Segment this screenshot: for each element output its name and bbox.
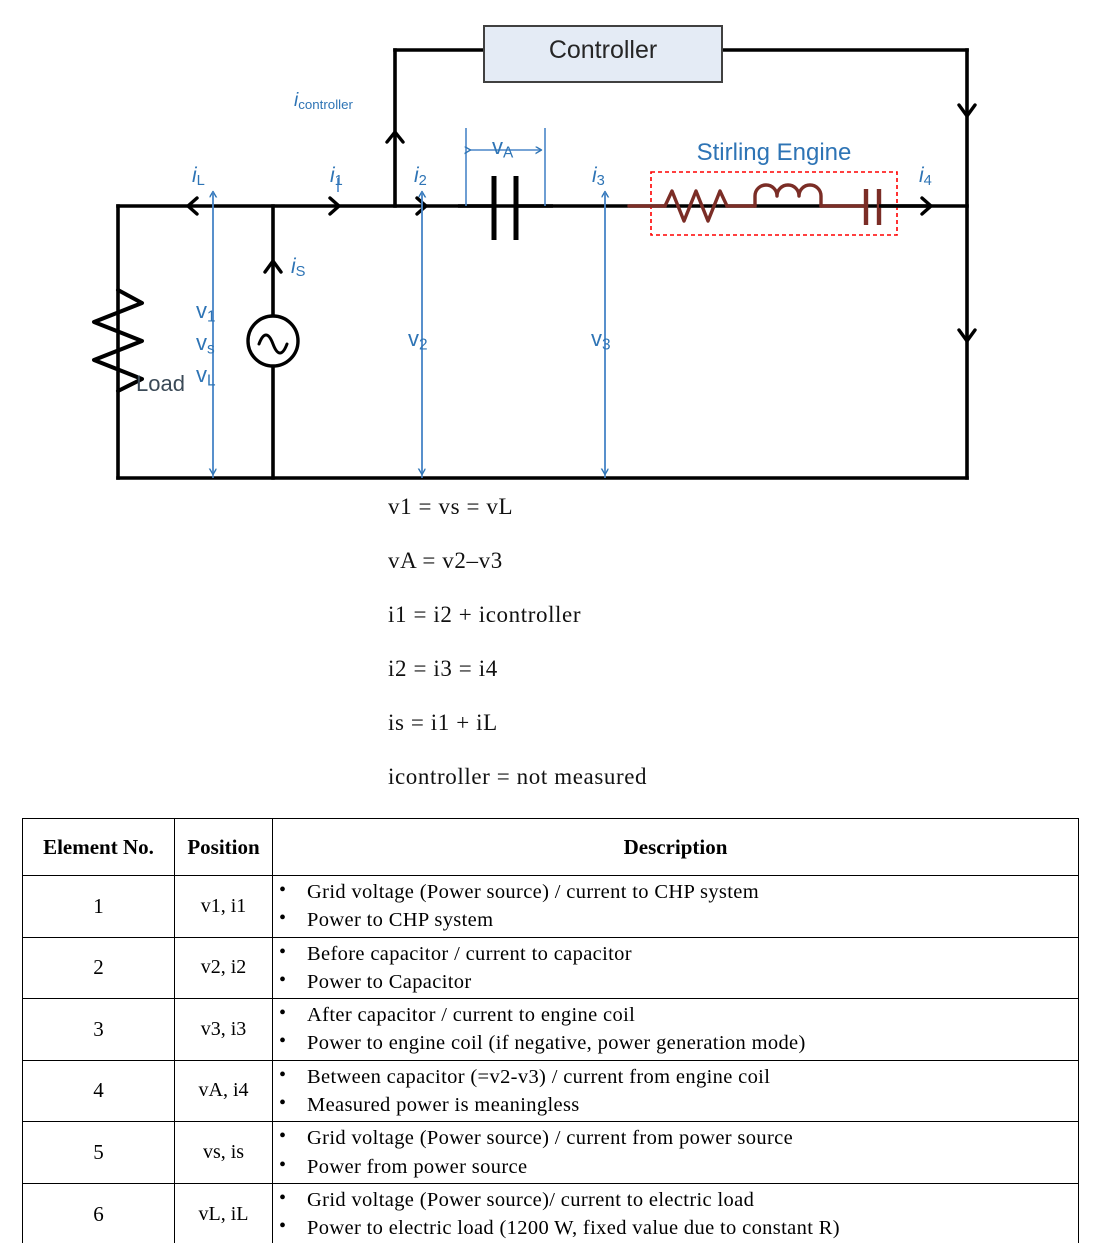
equation-line: icontroller = not measured xyxy=(388,764,648,789)
cell-description: Grid voltage (Power source) / current to… xyxy=(272,875,1079,938)
is-label: iS xyxy=(291,255,306,281)
i1-label: i1 xyxy=(330,164,343,190)
icontroller-subscript: controller xyxy=(298,96,353,112)
i2-subscript: 2 xyxy=(418,173,427,190)
table-row: 6 vL, iL Grid voltage (Power source)/ cu… xyxy=(22,1182,1079,1243)
description-item: Power to engine coil (if negative, power… xyxy=(273,1028,1078,1057)
description-item: After capacitor / current to engine coil xyxy=(273,1000,1078,1029)
cell-element-no: 5 xyxy=(22,1121,175,1184)
description-bullets: Grid voltage (Power source)/ current to … xyxy=(273,1184,1078,1243)
cell-position: vL, iL xyxy=(174,1182,273,1243)
cell-description: Between capacitor (=v2-v3) / current fro… xyxy=(272,1059,1079,1123)
description-bullets: Grid voltage (Power source) / current fr… xyxy=(273,1122,1078,1183)
vL-subscript: L xyxy=(207,372,216,390)
table-row: 3 v3, i3 After capacitor / current to en… xyxy=(22,998,1079,1061)
iL-subscript: L xyxy=(196,173,205,190)
vs-subscript: s xyxy=(207,340,215,358)
i4-subscript: 4 xyxy=(923,173,932,190)
i3-subscript: 3 xyxy=(596,173,605,190)
stirling-engine-box xyxy=(650,171,898,236)
v1-subscript: 1 xyxy=(207,308,216,326)
vL-label: vL xyxy=(196,362,216,390)
header-position: Position xyxy=(174,818,273,876)
description-item: Before capacitor / current to capacitor xyxy=(273,939,1078,968)
v3-subscript: 3 xyxy=(602,336,611,354)
description-item: Grid voltage (Power source) / current fr… xyxy=(273,1123,1078,1152)
description-item: Measured power is meaningless xyxy=(273,1090,1078,1119)
cell-description: Grid voltage (Power source)/ current to … xyxy=(272,1182,1079,1243)
cell-element-no: 1 xyxy=(22,875,175,938)
table-row: 2 v2, i2 Before capacitor / current to c… xyxy=(22,936,1079,1000)
cell-element-no: 2 xyxy=(22,936,175,1000)
table-header-row: Element No. Position Description xyxy=(22,818,1079,876)
i2-label: i2 xyxy=(414,164,427,190)
description-item: Grid voltage (Power source) / current to… xyxy=(273,877,1078,906)
header-description: Description xyxy=(272,818,1079,876)
v2-label: v2 xyxy=(408,326,428,354)
vA-subscript: A xyxy=(503,144,514,162)
i3-label: i3 xyxy=(592,164,605,190)
v2-subscript: 2 xyxy=(419,336,428,354)
description-item: Power to electric load (1200 W, fixed va… xyxy=(273,1213,1078,1242)
cell-element-no: 6 xyxy=(22,1182,175,1243)
description-item: Grid voltage (Power source)/ current to … xyxy=(273,1185,1078,1214)
v3-label: v3 xyxy=(591,326,611,354)
equations-list: v1 = vs = vL vA = v2–v3 i1 = i2 + icontr… xyxy=(388,495,1028,819)
description-bullets: After capacitor / current to engine coil… xyxy=(273,999,1078,1060)
cell-position: v3, i3 xyxy=(174,998,273,1061)
equation-line: i1 = i2 + icontroller xyxy=(388,602,582,627)
description-bullets: Before capacitor / current to capacitor … xyxy=(273,938,1078,999)
table-row: 4 vA, i4 Between capacitor (=v2-v3) / cu… xyxy=(22,1059,1079,1123)
cell-position: v2, i2 xyxy=(174,936,273,1000)
description-item: Power to Capacitor xyxy=(273,967,1078,996)
equation-line: v1 = vs = vL xyxy=(388,494,514,519)
equation-line: vA = v2–v3 xyxy=(388,548,503,573)
cell-description: Before capacitor / current to capacitor … xyxy=(272,936,1079,1000)
v1-label: v1 xyxy=(196,298,216,326)
stirling-engine-label: Stirling Engine xyxy=(696,139,852,166)
table-row: 1 v1, i1 Grid voltage (Power source) / c… xyxy=(22,875,1079,938)
cell-element-no: 3 xyxy=(22,998,175,1061)
i4-label: i4 xyxy=(919,164,932,190)
controller-label: Controller xyxy=(548,36,658,64)
i1-subscript: 1 xyxy=(334,173,343,190)
capacitor-symbol xyxy=(491,176,519,240)
cell-element-no: 4 xyxy=(22,1059,175,1123)
icontroller-label: icontroller xyxy=(294,90,353,112)
table-row: 5 vs, is Grid voltage (Power source) / c… xyxy=(22,1121,1079,1184)
circuit-wires xyxy=(116,48,969,480)
cell-position: vs, is xyxy=(174,1121,273,1184)
vs-label: vs xyxy=(196,330,215,358)
equation-line: i2 = i3 = i4 xyxy=(388,656,498,681)
vA-label: vA xyxy=(492,134,514,162)
ac-source-symbol xyxy=(246,314,300,368)
cell-position: v1, i1 xyxy=(174,875,273,938)
cell-position: vA, i4 xyxy=(174,1059,273,1123)
description-bullets: Grid voltage (Power source) / current to… xyxy=(273,876,1078,937)
is-subscript: S xyxy=(295,264,306,281)
description-item: Power to CHP system xyxy=(273,905,1078,934)
page-root: Controller Stirling Engine Load icontrol… xyxy=(0,0,1099,1243)
circuit-diagram: Controller Stirling Engine Load icontrol… xyxy=(0,0,1099,500)
description-item: Power from power source xyxy=(273,1152,1078,1181)
element-description-table: Element No. Position Description 1 v1, i… xyxy=(22,818,1079,1243)
circuit-svg xyxy=(92,25,977,480)
iL-label: iL xyxy=(192,164,205,190)
cell-description: After capacitor / current to engine coil… xyxy=(272,998,1079,1061)
description-item: Between capacitor (=v2-v3) / current fro… xyxy=(273,1062,1078,1091)
load-label: Load xyxy=(136,371,185,396)
header-element-no: Element No. xyxy=(22,818,175,876)
stirling-engine-components xyxy=(627,183,868,223)
equation-line: is = i1 + iL xyxy=(388,710,498,735)
description-bullets: Between capacitor (=v2-v3) / current fro… xyxy=(273,1061,1078,1122)
cell-description: Grid voltage (Power source) / current fr… xyxy=(272,1121,1079,1184)
